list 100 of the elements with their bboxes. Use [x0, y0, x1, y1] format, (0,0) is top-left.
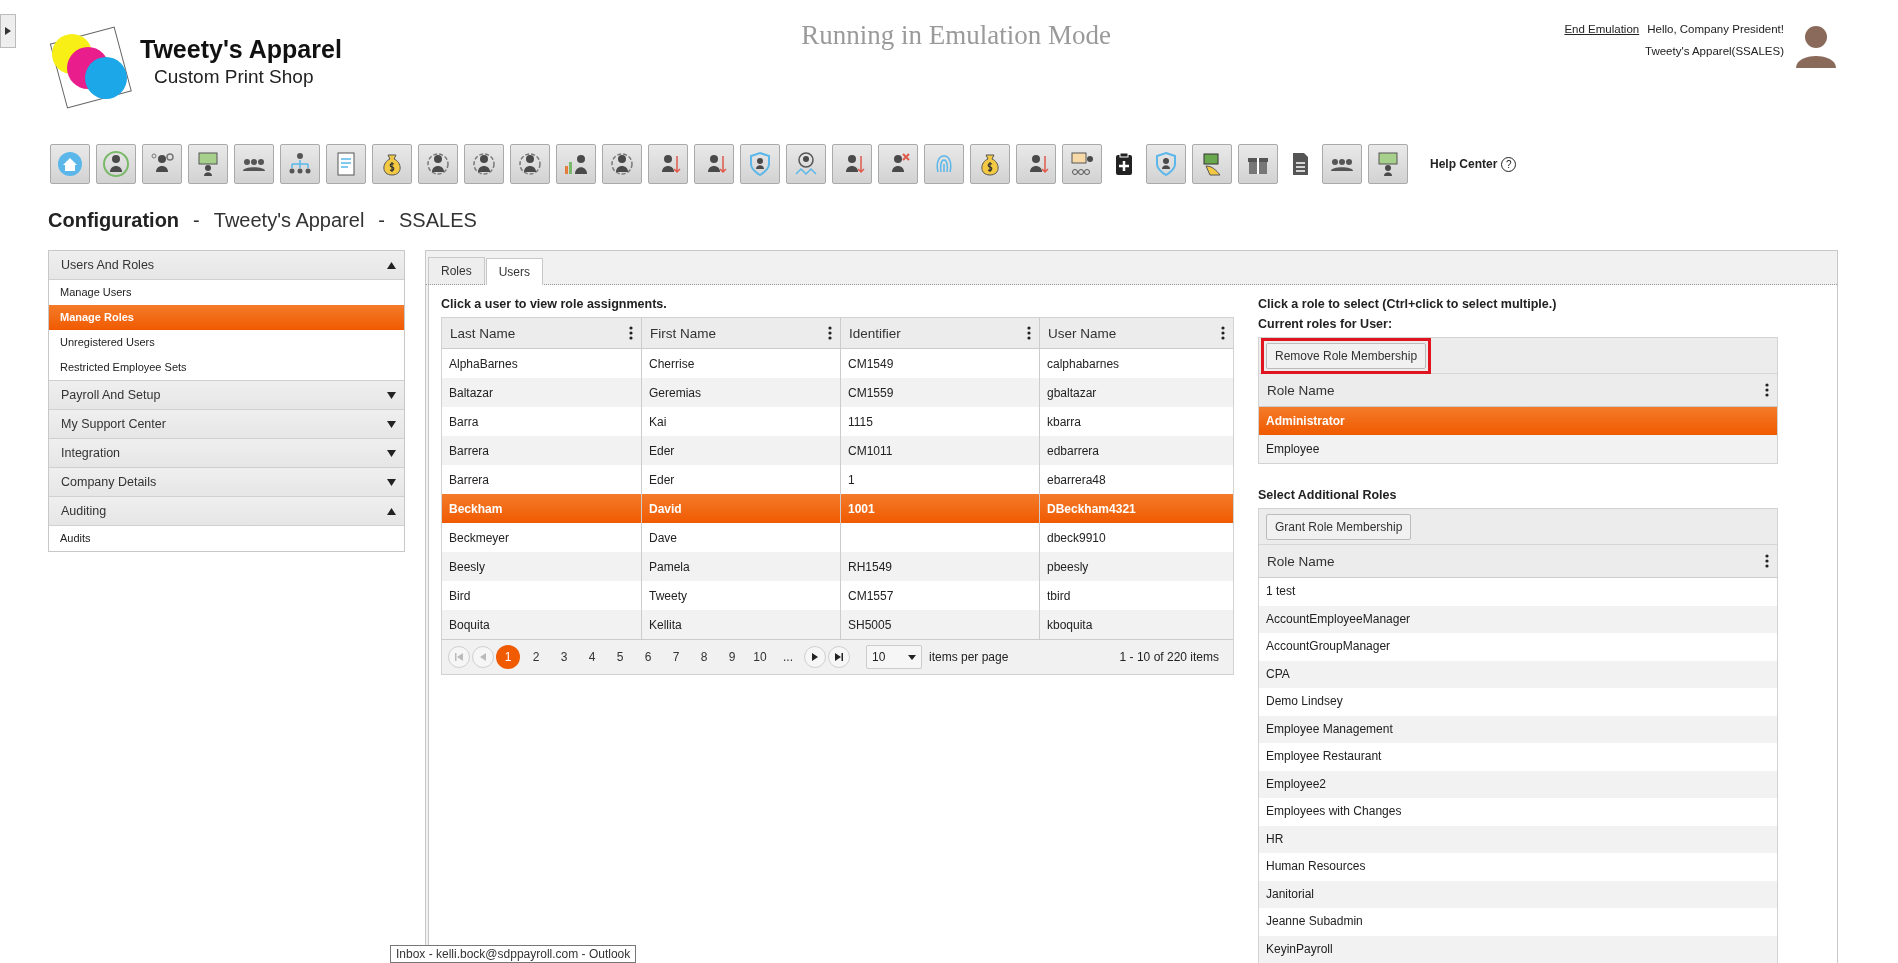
- table-cell: dbeck9910: [1047, 530, 1106, 545]
- toolbar-button[interactable]: [1238, 144, 1278, 184]
- role-row[interactable]: Employee Management: [1259, 715, 1777, 743]
- table-cell: Beesly: [449, 559, 486, 574]
- toolbar-button[interactable]: [510, 144, 550, 184]
- sidebar-group-header[interactable]: Integration: [49, 439, 404, 468]
- toolbar-button[interactable]: [556, 144, 596, 184]
- toolbar-button[interactable]: [234, 144, 274, 184]
- column-header[interactable]: First Name: [642, 318, 841, 348]
- column-menu-icon: [828, 326, 832, 340]
- page-link[interactable]: 4: [580, 645, 604, 669]
- next-page-icon: [811, 653, 819, 661]
- toolbar-button[interactable]: [1322, 144, 1362, 184]
- table-cell: 1001: [848, 501, 875, 516]
- column-menu-icon: [1221, 326, 1225, 340]
- page-link[interactable]: 5: [608, 645, 632, 669]
- table-cell: CM1011: [848, 443, 893, 458]
- next-page-button[interactable]: [804, 646, 826, 668]
- toolbar-button[interactable]: [1368, 144, 1408, 184]
- role-row[interactable]: HR: [1259, 825, 1777, 853]
- section-title: Select Additional Roles: [1258, 488, 1398, 502]
- column-header[interactable]: Role Name: [1259, 545, 1777, 578]
- expand-arrow-icon: [387, 391, 396, 399]
- table-cell: calphabarnes: [1047, 356, 1120, 371]
- role-row[interactable]: AccountEmployeeManager: [1259, 605, 1777, 633]
- sidebar-group-header[interactable]: Auditing: [49, 497, 404, 526]
- table-row[interactable]: Barrera Eder CM1011 edbarrera: [442, 436, 1233, 465]
- table-cell: DBeckham4321: [1047, 501, 1136, 516]
- column-header[interactable]: Identifier: [841, 318, 1040, 348]
- toolbar-button[interactable]: [786, 144, 826, 184]
- toolbar-button[interactable]: [1146, 144, 1186, 184]
- sidebar-group-header[interactable]: Company Details: [49, 468, 404, 497]
- page-link[interactable]: 6: [636, 645, 660, 669]
- last-page-button[interactable]: [828, 646, 850, 668]
- column-header[interactable]: Role Name: [1259, 374, 1777, 407]
- sidebar-group-header[interactable]: My Support Center: [49, 410, 404, 439]
- page-size-dropdown[interactable]: 10: [866, 645, 922, 669]
- previous-page-icon: [479, 653, 487, 661]
- table-cell: Bird: [449, 588, 471, 603]
- toolbar-button[interactable]: [602, 144, 642, 184]
- grant-role-button[interactable]: Grant Role Membership: [1266, 513, 1412, 540]
- instruction-text: Click a user to view role assignments.: [441, 297, 668, 311]
- toolbar-button[interactable]: [832, 144, 872, 184]
- page-link[interactable]: 8: [692, 645, 716, 669]
- toolbar-button[interactable]: [740, 144, 780, 184]
- toolbar-button[interactable]: [142, 144, 182, 184]
- collapse-arrow-icon: [387, 261, 396, 269]
- table-row[interactable]: Baltazar Geremias CM1559 gbaltazar: [442, 378, 1233, 407]
- table-row[interactable]: Beesly Pamela RH1549 pbeesly: [442, 552, 1233, 581]
- toolbar-button[interactable]: [878, 144, 918, 184]
- page-link[interactable]: 10: [748, 645, 772, 669]
- role-row[interactable]: KeyinPayroll: [1259, 935, 1777, 963]
- instruction-text: Click a role to select (Ctrl+click to select multiple.): [1258, 297, 1558, 311]
- toolbar-button[interactable]: [1016, 144, 1056, 184]
- toolbar-button[interactable]: [96, 144, 136, 184]
- sidebar-group-header[interactable]: Users And Roles: [49, 251, 404, 280]
- table-cell: Boquita: [449, 617, 490, 632]
- toolbar-button[interactable]: [418, 144, 458, 184]
- remove-role-button[interactable]: Remove Role Membership: [1266, 342, 1427, 369]
- table-cell: Geremias: [649, 385, 701, 400]
- page-heading: Configuration: [48, 209, 180, 232]
- table-cell: Kellita: [649, 617, 682, 632]
- page-link[interactable]: 2: [524, 645, 548, 669]
- page-link[interactable]: 7: [664, 645, 688, 669]
- table-cell: kbarra: [1047, 414, 1081, 429]
- role-row[interactable]: Employee: [1259, 435, 1777, 463]
- table-cell: Barrera: [449, 472, 489, 487]
- page-link[interactable]: 9: [720, 645, 744, 669]
- tab[interactable]: Users: [485, 258, 544, 285]
- table-cell: AlphaBarnes: [449, 356, 518, 371]
- items-summary: 1 - 10 of 220 items: [1119, 650, 1219, 664]
- toolbar-button[interactable]: [648, 144, 688, 184]
- page-link[interactable]: 3: [552, 645, 576, 669]
- table-cell: CM1559: [848, 385, 894, 400]
- role-row[interactable]: CPA: [1259, 660, 1777, 688]
- table-cell: tbird: [1047, 588, 1071, 603]
- toolbar-button[interactable]: [188, 144, 228, 184]
- toolbar-button[interactable]: [464, 144, 504, 184]
- last-page-icon: [835, 653, 843, 661]
- expand-arrow-icon: [387, 449, 396, 457]
- company-code: SSALES: [399, 209, 477, 232]
- table-cell: Beckmeyer: [449, 530, 510, 545]
- toolbar-button[interactable]: [280, 144, 320, 184]
- sidebar-group-header[interactable]: Payroll And Setup: [49, 380, 404, 410]
- role-row[interactable]: Janitorial: [1259, 880, 1777, 908]
- title-separator: -: [193, 209, 200, 232]
- end-emulation-link[interactable]: End Emulation: [1564, 23, 1640, 35]
- column-header[interactable]: Last Name: [442, 318, 642, 348]
- help-center-link[interactable]: Help Center ?: [1430, 156, 1517, 172]
- column-header[interactable]: User Name: [1040, 318, 1233, 348]
- table-cell: Pamela: [649, 559, 690, 574]
- toolbar-button[interactable]: [694, 144, 734, 184]
- role-row[interactable]: Employee2: [1259, 770, 1777, 798]
- page-link[interactable]: ...: [776, 645, 800, 669]
- table-row[interactable]: Boquita Kellita SH5005 kboquita: [442, 610, 1233, 639]
- tab[interactable]: Roles: [428, 257, 485, 284]
- greeting-text: Hello, Company President!: [1647, 23, 1784, 35]
- sidebar-toggle-button[interactable]: [0, 14, 16, 48]
- section-label: Current roles for User:: [1258, 317, 1394, 331]
- table-cell: Barrera: [449, 443, 489, 458]
